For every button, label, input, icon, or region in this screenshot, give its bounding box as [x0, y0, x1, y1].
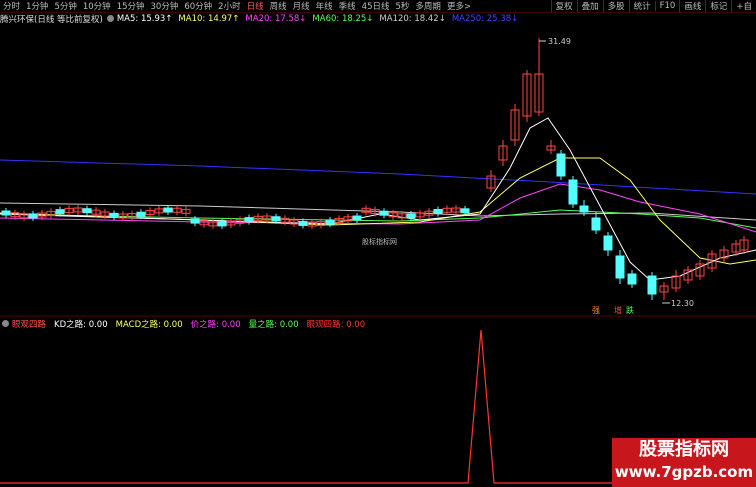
signal-label-0: 强 [592, 306, 600, 315]
price-chart[interactable]: 31.49 12.30 股标指标网强 增跌 [0, 0, 756, 487]
candle-body [28, 213, 38, 219]
indicator-value-0: KD之路: 0.00 [54, 319, 108, 330]
center-text: 股标指标网 [362, 237, 397, 246]
signal-label-1: 增 [614, 305, 622, 315]
candle-body [325, 219, 335, 225]
candle-body [109, 212, 119, 218]
candle-body [298, 220, 308, 226]
watermark-url: www.7gpzb.com [614, 463, 754, 481]
site-watermark: 股票指标网 www.7gpzb.com [612, 438, 756, 487]
candle-body [163, 207, 173, 213]
candle-body [244, 217, 254, 223]
candle-body [406, 213, 416, 219]
candle-body [615, 255, 625, 279]
indicator-value-3: 量之路: 0.00 [248, 319, 299, 330]
candle-body [603, 235, 613, 251]
high-label: 31.49 [548, 37, 571, 46]
moving-average-lines [0, 117, 756, 281]
candle-body [217, 221, 227, 227]
candle-body [460, 208, 470, 214]
ma-line-5 [0, 117, 756, 281]
candle-body [82, 208, 92, 214]
candle-body [271, 216, 281, 222]
ma-line-0 [0, 159, 756, 195]
indicator-value-4: 眼观四路: 0.00 [306, 319, 366, 330]
candle-body [55, 209, 65, 215]
candle-body [627, 273, 637, 285]
candle-body [379, 210, 389, 216]
candle-body [568, 179, 578, 205]
low-label: 12.30 [671, 299, 694, 308]
candle-body [352, 215, 362, 221]
candle-body [136, 211, 146, 217]
indicator-name: 眼观四路 [12, 319, 47, 330]
candlesticks [1, 38, 749, 300]
candle-body [556, 153, 566, 177]
settings-dot-icon[interactable] [2, 320, 9, 327]
candle-body [579, 205, 589, 213]
candle-body [190, 218, 200, 224]
candle-body [1, 210, 11, 216]
watermark-title: 股票指标网 [639, 439, 729, 460]
indicator-value-1: MACD之路: 0.00 [115, 319, 183, 330]
ma-line-3 [0, 183, 756, 233]
chart-annotations: 31.49 12.30 股标指标网强 增跌 [362, 37, 694, 315]
indicator-legend: 眼观四路 KD之路: 0.00 MACD之路: 0.00 价之路: 0.00 量之路:… [0, 318, 373, 330]
candle-body [647, 275, 657, 295]
candle-body [591, 217, 601, 231]
indicator-value-2: 价之路: 0.00 [190, 319, 241, 330]
signal-label-2: 跌 [626, 305, 634, 315]
candle-body [433, 208, 443, 214]
